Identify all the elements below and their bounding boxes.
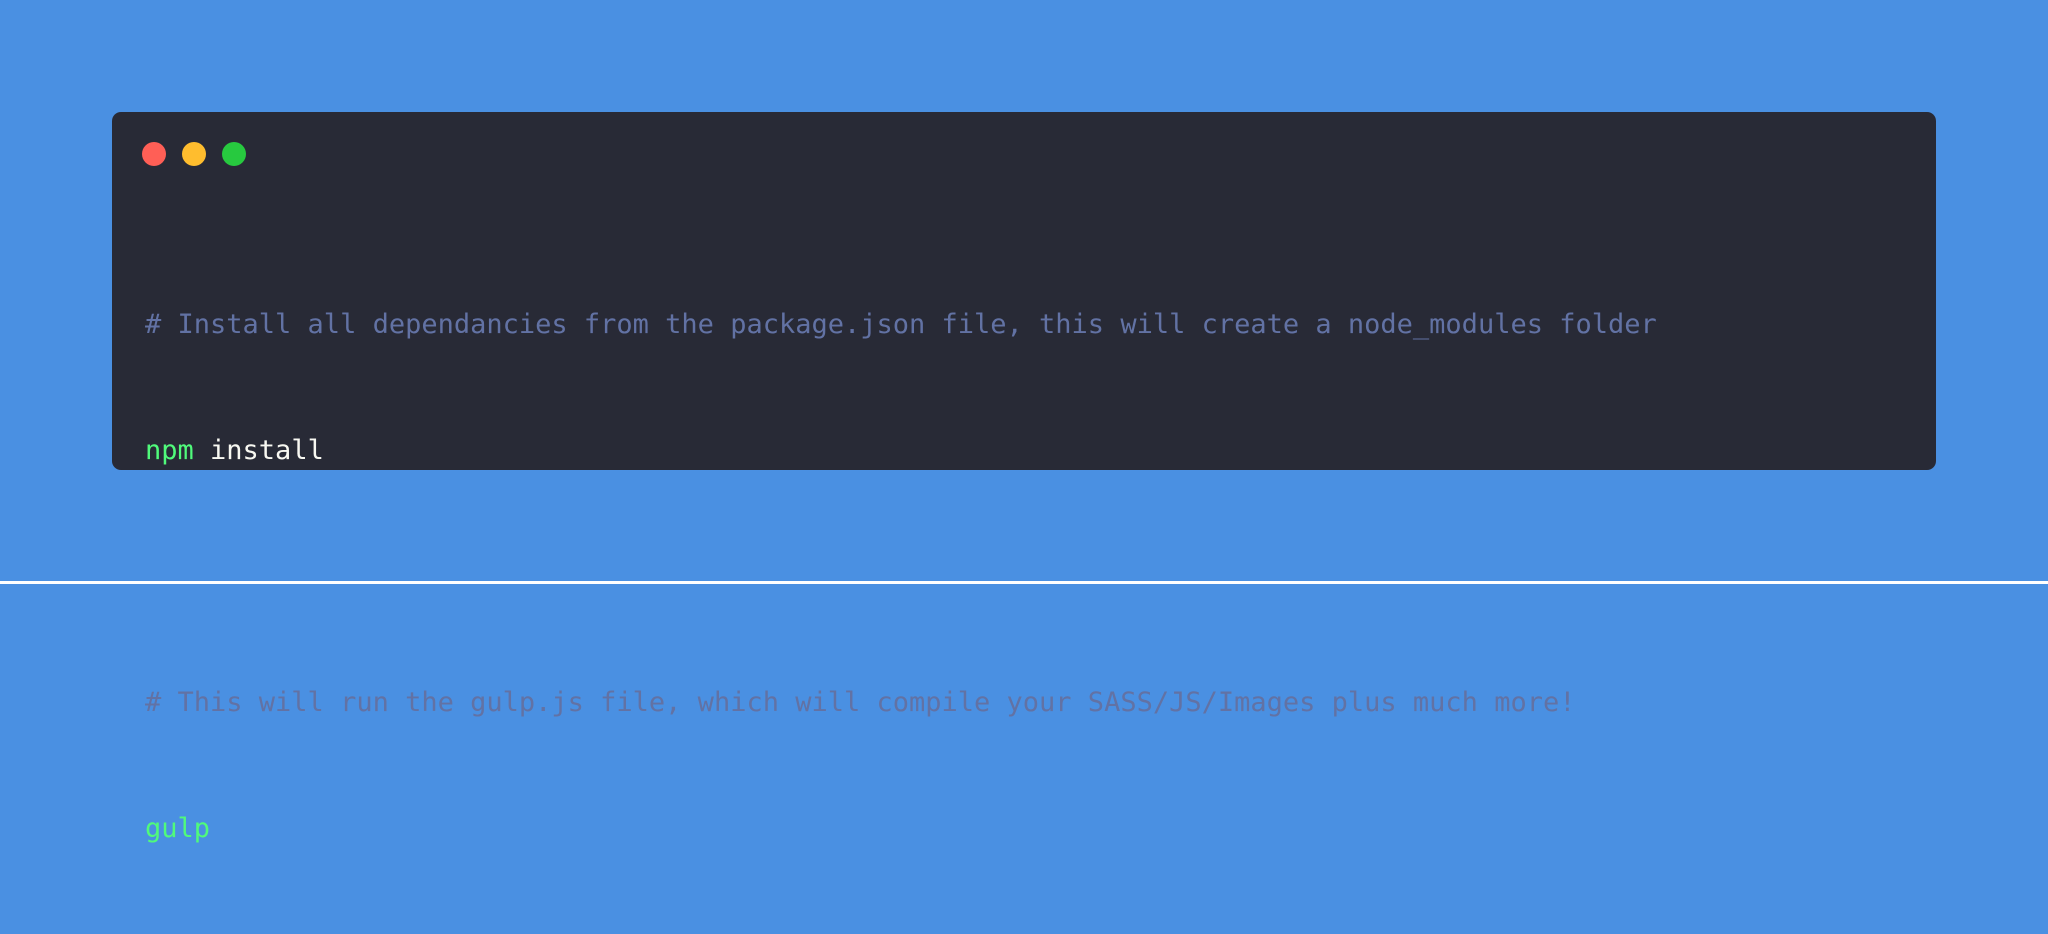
close-dot-icon[interactable] [142, 142, 166, 166]
code-comment-gulp: # This will run the gulp.js file, which … [145, 687, 1576, 718]
maximize-dot-icon[interactable] [222, 142, 246, 166]
code-comment-install: # Install all dependancies from the pack… [145, 309, 1657, 340]
code-window: # Install all dependancies from the pack… [112, 112, 1936, 844]
code-command-npm: npm [145, 435, 194, 466]
minimize-dot-icon[interactable] [182, 142, 206, 166]
code-argument-install: install [193, 435, 324, 466]
code-line-npm-install: npm install [145, 430, 1657, 472]
code-command-gulp: gulp [145, 813, 211, 844]
code-block: # Install all dependancies from the pack… [145, 220, 1657, 934]
